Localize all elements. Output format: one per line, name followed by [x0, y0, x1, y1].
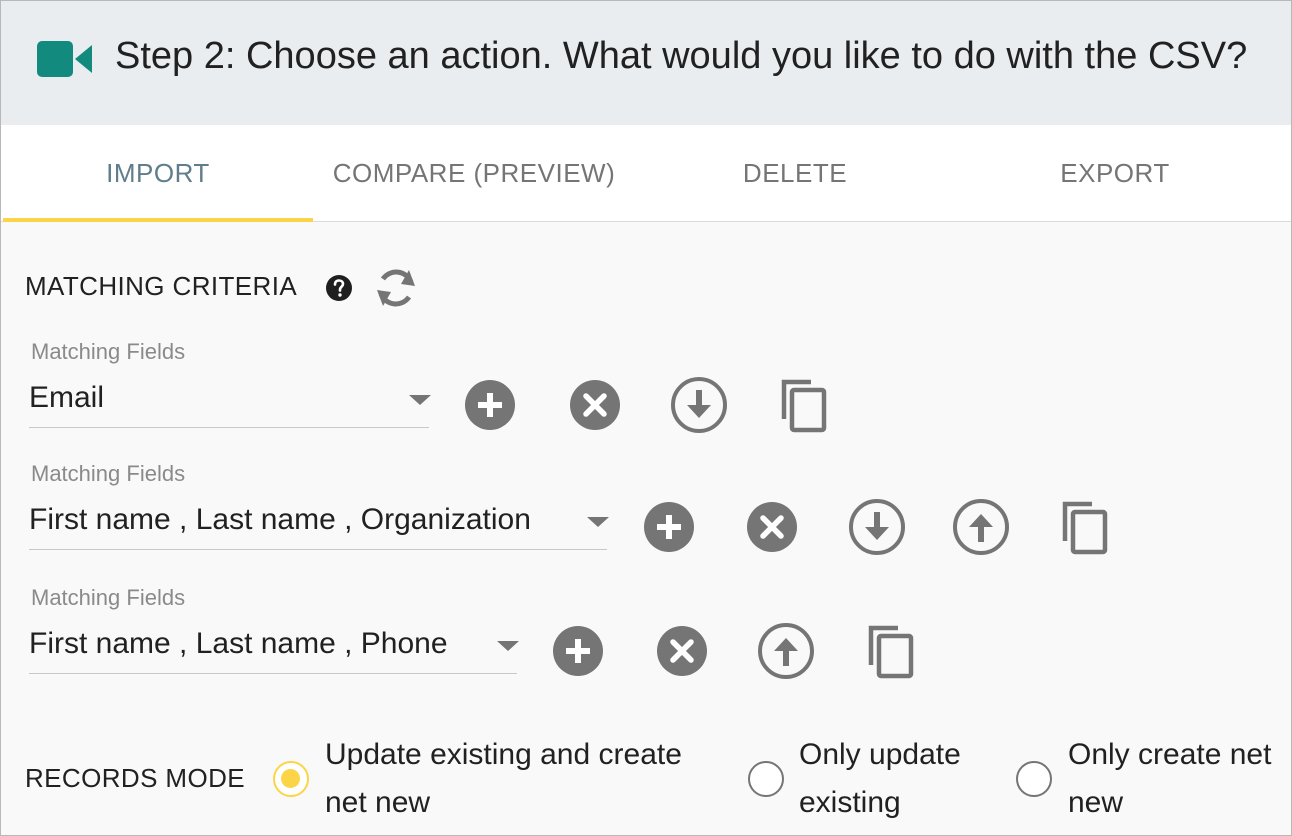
- add-icon: [644, 502, 694, 552]
- remove-icon: [747, 502, 797, 552]
- radio-label-line: net new: [325, 786, 431, 819]
- question-circle-icon[interactable]: [325, 274, 353, 302]
- radio-label-only-create[interactable]: Only create net new: [1068, 731, 1271, 827]
- move-up-icon: [953, 499, 1009, 555]
- matching-fields-select[interactable]: Email: [29, 379, 431, 428]
- chevron-down-icon: [409, 395, 431, 405]
- tab-delete[interactable]: DELETE: [635, 125, 955, 221]
- page-title: Step 2: Choose an action. What would you…: [115, 35, 1248, 77]
- matching-fields-select[interactable]: First name , Last name , Phone: [29, 625, 519, 674]
- tab-compare-preview[interactable]: COMPARE (PREVIEW): [313, 125, 635, 221]
- move-up-button[interactable]: [951, 497, 1011, 557]
- add-icon: [553, 626, 603, 676]
- radio-label-line: Only create net: [1068, 738, 1272, 771]
- add-row-button[interactable]: [548, 621, 608, 681]
- radio-only-create[interactable]: [1016, 761, 1052, 797]
- add-row-button[interactable]: [460, 375, 520, 435]
- matching-criteria-heading: MATCHING CRITERIA: [25, 271, 298, 301]
- move-down-icon: [671, 377, 727, 433]
- remove-row-button[interactable]: [565, 375, 625, 435]
- remove-row-button[interactable]: [742, 497, 802, 557]
- chevron-down-icon: [497, 641, 519, 651]
- move-down-button[interactable]: [847, 497, 907, 557]
- copy-icon: [781, 379, 827, 433]
- tab-import[interactable]: IMPORT: [3, 125, 313, 222]
- csv-action-panel: Step 2: Choose an action. What would you…: [0, 0, 1292, 836]
- matching-fields-select[interactable]: First name , Last name , Organization: [29, 501, 609, 550]
- refresh-icon[interactable]: [373, 265, 419, 311]
- tab-export[interactable]: EXPORT: [955, 125, 1275, 221]
- remove-row-button[interactable]: [652, 621, 712, 681]
- move-down-icon: [849, 499, 905, 555]
- copy-icon: [868, 625, 914, 679]
- action-tabs: IMPORT COMPARE (PREVIEW) DELETE EXPORT: [1, 125, 1291, 222]
- copy-row-button[interactable]: [861, 621, 921, 681]
- remove-icon: [570, 380, 620, 430]
- matching-fields-label: Matching Fields: [31, 339, 186, 364]
- video-camera-icon: [37, 41, 92, 77]
- step-header: Step 2: Choose an action. What would you…: [1, 1, 1291, 125]
- move-down-button[interactable]: [669, 375, 729, 435]
- radio-update-and-create[interactable]: [273, 761, 309, 797]
- records-mode-heading: RECORDS MODE: [25, 763, 246, 793]
- matching-fields-label: Matching Fields: [31, 585, 186, 610]
- radio-label-only-update[interactable]: Only update existing: [799, 731, 961, 827]
- radio-label-line: new: [1068, 786, 1124, 819]
- move-up-button[interactable]: [756, 621, 816, 681]
- radio-only-update[interactable]: [748, 761, 784, 797]
- copy-row-button[interactable]: [774, 375, 834, 435]
- add-icon: [465, 380, 515, 430]
- add-row-button[interactable]: [639, 497, 699, 557]
- chevron-down-icon: [587, 517, 609, 527]
- move-up-icon: [758, 623, 814, 679]
- select-value: First name , Last name , Organization: [29, 503, 531, 536]
- radio-label-line: Update existing and create: [325, 738, 682, 771]
- remove-icon: [657, 626, 707, 676]
- copy-row-button[interactable]: [1055, 497, 1115, 557]
- copy-icon: [1062, 501, 1108, 555]
- select-value: Email: [29, 381, 105, 414]
- radio-label-line: existing: [799, 786, 901, 819]
- select-value: First name , Last name , Phone: [29, 627, 448, 660]
- matching-fields-label: Matching Fields: [31, 461, 186, 486]
- radio-label-update-and-create[interactable]: Update existing and create net new: [325, 731, 682, 827]
- radio-label-line: Only update: [799, 738, 961, 771]
